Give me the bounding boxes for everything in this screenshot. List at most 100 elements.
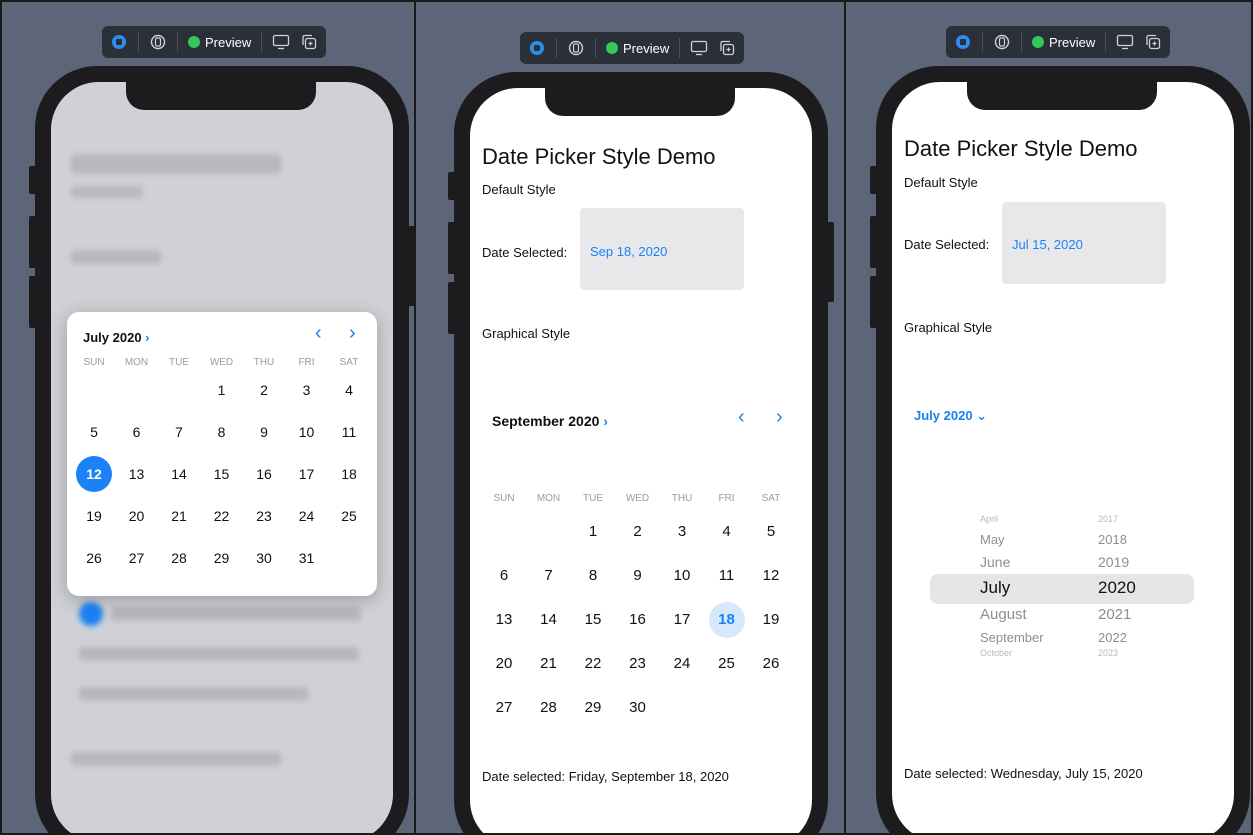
calendar-day[interactable]: 30 (246, 540, 282, 576)
calendar-day[interactable]: 14 (531, 602, 567, 638)
calendar-day[interactable]: 29 (204, 540, 240, 576)
calendar-day[interactable]: 5 (76, 414, 112, 450)
calendar-day[interactable]: 19 (753, 602, 789, 638)
calendar-day[interactable]: 22 (204, 498, 240, 534)
calendar-day[interactable]: 22 (575, 646, 611, 682)
device-settings-icon[interactable] (993, 33, 1011, 51)
wheel-month-option[interactable]: October (980, 648, 1012, 658)
calendar-day[interactable]: 17 (664, 602, 700, 638)
calendar-day[interactable]: 1 (204, 372, 240, 408)
preview-on-device-icon[interactable] (272, 33, 290, 51)
wheel-year-option[interactable]: 2017 (1098, 514, 1118, 524)
calendar-day[interactable]: 23 (246, 498, 282, 534)
calendar-day[interactable]: 25 (709, 646, 745, 682)
preview-button[interactable]: Preview (606, 41, 669, 56)
next-month-icon[interactable]: › (349, 322, 356, 345)
calendar-day[interactable]: 1 (575, 514, 611, 550)
preview-button[interactable]: Preview (1032, 35, 1095, 50)
next-month-icon[interactable]: › (776, 406, 783, 429)
calendar-day[interactable]: 4 (709, 514, 745, 550)
calendar-day[interactable]: 12 (76, 456, 112, 492)
calendar-day[interactable]: 10 (664, 558, 700, 594)
calendar-day[interactable]: 20 (486, 646, 522, 682)
calendar-day[interactable]: 6 (119, 414, 155, 450)
calendar-day[interactable]: 30 (620, 690, 656, 726)
calendar-day[interactable]: 2 (246, 372, 282, 408)
preview-on-device-icon[interactable] (690, 39, 708, 57)
calendar-day[interactable]: 6 (486, 558, 522, 594)
preview-on-device-icon[interactable] (1116, 33, 1134, 51)
calendar-day[interactable]: 9 (620, 558, 656, 594)
duplicate-preview-icon[interactable] (300, 33, 318, 51)
calendar-day[interactable]: 25 (331, 498, 367, 534)
wheel-year-option[interactable]: 2022 (1098, 630, 1127, 645)
wheel-month-option[interactable]: May (980, 532, 1005, 547)
calendar-day[interactable]: 28 (531, 690, 567, 726)
calendar-day[interactable]: 13 (119, 456, 155, 492)
calendar-day[interactable]: 9 (246, 414, 282, 450)
wheel-month-option[interactable]: April (980, 514, 998, 524)
calendar-day[interactable]: 11 (709, 558, 745, 594)
calendar-day[interactable]: 11 (331, 414, 367, 450)
date-value-button[interactable]: Jul 15, 2020 (1012, 237, 1083, 252)
calendar-day[interactable]: 7 (161, 414, 197, 450)
preview-button[interactable]: Preview (188, 35, 251, 50)
calendar-day[interactable]: 26 (76, 540, 112, 576)
calendar-day[interactable]: 29 (575, 690, 611, 726)
calendar-day[interactable]: 3 (289, 372, 325, 408)
calendar-day[interactable]: 23 (620, 646, 656, 682)
calendar-day[interactable]: 17 (289, 456, 325, 492)
live-preview-icon[interactable] (954, 33, 972, 51)
calendar-day[interactable]: 5 (753, 514, 789, 550)
previous-month-icon[interactable]: ‹ (738, 406, 745, 429)
calendar-day[interactable]: 3 (664, 514, 700, 550)
device-settings-icon[interactable] (149, 33, 167, 51)
calendar-day[interactable]: 24 (289, 498, 325, 534)
live-preview-icon[interactable] (110, 33, 128, 51)
calendar-day[interactable]: 15 (575, 602, 611, 638)
wheel-year-option[interactable]: 2018 (1098, 532, 1127, 547)
calendar-day[interactable]: 21 (531, 646, 567, 682)
compact-date-picker[interactable]: Sep 18, 2020 (580, 208, 744, 290)
live-preview-icon[interactable] (528, 39, 546, 57)
calendar-day[interactable]: 18 (331, 456, 367, 492)
wheel-year-option[interactable]: 2021 (1098, 606, 1131, 623)
wheel-year-option[interactable]: 2019 (1098, 554, 1129, 570)
wheel-month-option[interactable]: September (980, 630, 1044, 645)
duplicate-preview-icon[interactable] (718, 39, 736, 57)
calendar-day[interactable]: 27 (119, 540, 155, 576)
calendar-day[interactable]: 26 (753, 646, 789, 682)
wheel-year-option[interactable]: 2023 (1098, 648, 1118, 658)
device-settings-icon[interactable] (567, 39, 585, 57)
wheel-month-option[interactable]: August (980, 606, 1027, 623)
calendar-day[interactable]: 8 (204, 414, 240, 450)
calendar-day[interactable]: 14 (161, 456, 197, 492)
calendar-day[interactable]: 19 (76, 498, 112, 534)
month-year-selector[interactable]: September 2020 › (492, 413, 608, 429)
calendar-day[interactable]: 16 (620, 602, 656, 638)
calendar-day[interactable]: 20 (119, 498, 155, 534)
calendar-day[interactable]: 31 (289, 540, 325, 576)
calendar-day[interactable]: 21 (161, 498, 197, 534)
date-value-button[interactable]: Sep 18, 2020 (590, 244, 667, 259)
calendar-day[interactable]: 13 (486, 602, 522, 638)
calendar-day[interactable]: 12 (753, 558, 789, 594)
month-year-dropdown[interactable]: July 2020 ⌄ (914, 408, 987, 424)
calendar-day[interactable]: 4 (331, 372, 367, 408)
calendar-day[interactable]: 15 (204, 456, 240, 492)
calendar-day[interactable]: 28 (161, 540, 197, 576)
compact-date-picker[interactable]: Jul 15, 2020 (1002, 202, 1166, 284)
calendar-day[interactable]: 27 (486, 690, 522, 726)
wheel-month-option[interactable]: June (980, 554, 1010, 570)
calendar-day[interactable]: 10 (289, 414, 325, 450)
wheel-year-selected[interactable]: 2020 (1098, 578, 1136, 598)
wheel-month-selected[interactable]: July (980, 578, 1010, 598)
calendar-day[interactable]: 18 (708, 602, 745, 638)
calendar-day[interactable]: 2 (620, 514, 656, 550)
calendar-day[interactable]: 16 (246, 456, 282, 492)
calendar-day[interactable]: 8 (575, 558, 611, 594)
previous-month-icon[interactable]: ‹ (315, 322, 322, 345)
calendar-day[interactable]: 7 (531, 558, 567, 594)
calendar-day[interactable]: 24 (664, 646, 700, 682)
month-year-selector[interactable]: July 2020 › (83, 330, 150, 345)
